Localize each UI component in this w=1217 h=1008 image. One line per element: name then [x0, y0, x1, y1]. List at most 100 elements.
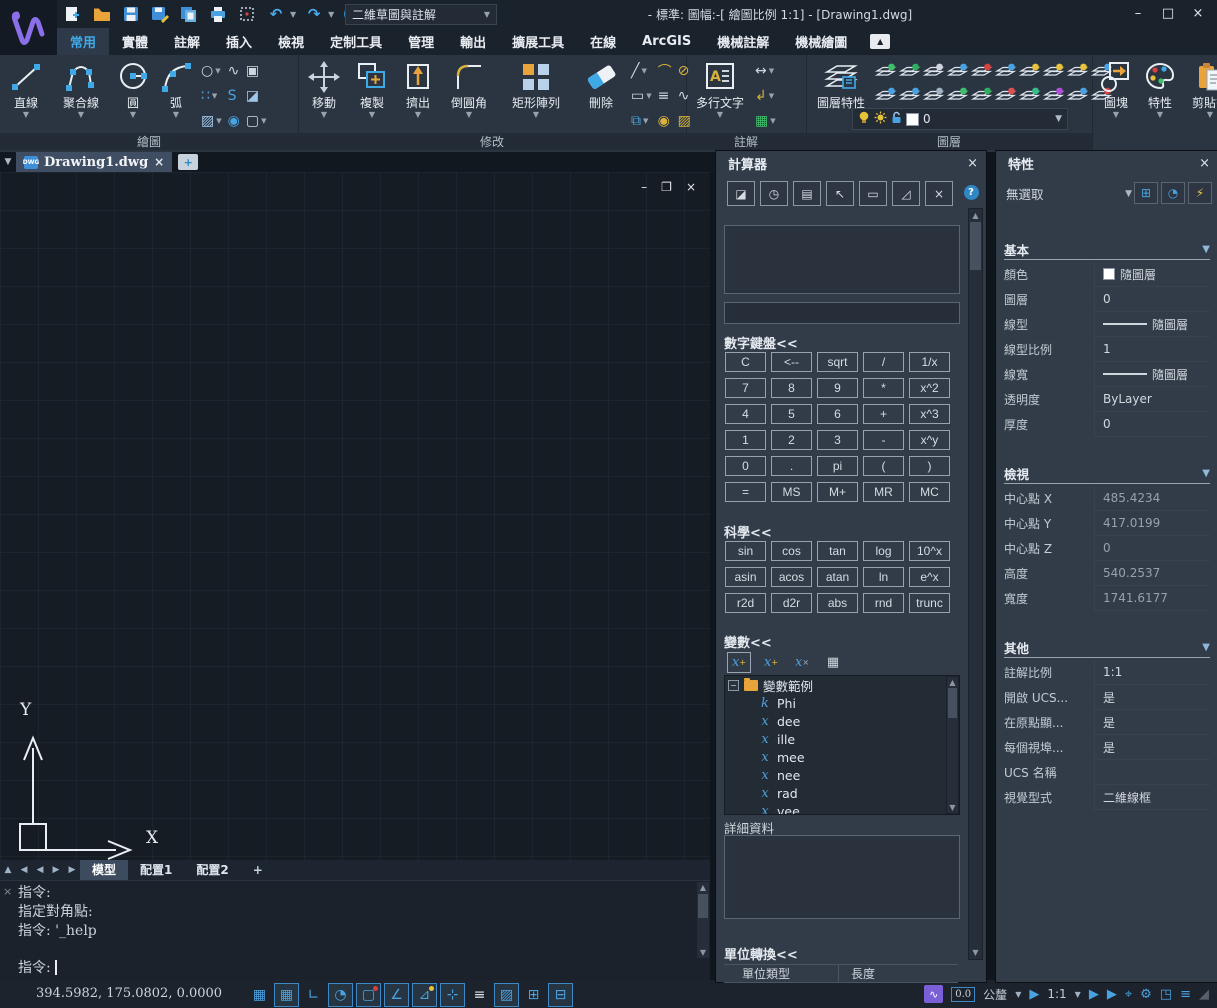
- next-layout-icon[interactable]: ▶: [48, 865, 64, 875]
- numpad-key-7[interactable]: 7: [725, 378, 766, 398]
- layer-state-icon[interactable]: [898, 87, 922, 103]
- variable-item[interactable]: xrad: [725, 784, 959, 802]
- ribbon-tab-機械註解[interactable]: 機械註解: [704, 28, 782, 55]
- ribbon-panel-label[interactable]: 圖層: [806, 133, 1092, 150]
- property-value[interactable]: 二維線框: [1094, 785, 1210, 810]
- sci-key-acos[interactable]: acos: [771, 567, 812, 587]
- small-tool-button[interactable]: ◪: [243, 88, 270, 104]
- angle-snap-icon[interactable]: ∠: [384, 983, 409, 1007]
- property-value[interactable]: 1: [1094, 337, 1210, 362]
- ribbon-tab-ArcGIS[interactable]: ArcGIS: [629, 28, 704, 55]
- layer-state-icon[interactable]: [1042, 87, 1066, 103]
- lineweight-display-icon[interactable]: ≡: [468, 984, 491, 1006]
- small-tool-button[interactable]: ≡: [655, 88, 675, 104]
- selection-dropdown[interactable]: 無選取 ▼: [1006, 184, 1132, 203]
- ribbon-collapse-button[interactable]: ▲: [870, 34, 890, 49]
- ortho-mode-icon[interactable]: ∟: [302, 984, 325, 1006]
- first-layout-icon[interactable]: ◀: [16, 865, 32, 875]
- sci-key-atan[interactable]: atan: [817, 567, 858, 587]
- property-value[interactable]: 隨圖層: [1094, 362, 1210, 387]
- dynamic-input-icon[interactable]: ⊹: [440, 983, 465, 1007]
- units-section-label[interactable]: 單位轉換<<: [724, 944, 798, 963]
- numpad-key-([interactable]: (: [863, 456, 904, 476]
- calculator-header[interactable]: 計算器 ×: [716, 151, 986, 175]
- section-header[interactable]: 其他▼: [1004, 637, 1210, 658]
- save-icon[interactable]: [120, 4, 142, 24]
- clipboard-button[interactable]: 剪貼簿▼: [1182, 56, 1217, 134]
- stretch-button[interactable]: 擠出▼: [396, 56, 440, 134]
- numpad-key-x^2[interactable]: x^2: [909, 378, 950, 398]
- property-value[interactable]: 隨圖層: [1094, 312, 1210, 337]
- last-layout-icon[interactable]: ▶: [64, 865, 80, 875]
- prev-layout-icon[interactable]: ◀: [32, 865, 48, 875]
- app-logo-icon[interactable]: [0, 0, 57, 55]
- undo-caret-icon[interactable]: ▼: [290, 10, 296, 19]
- select-objects-icon[interactable]: ◔: [1161, 182, 1185, 204]
- document-tab-menu-icon[interactable]: ▼: [0, 152, 16, 172]
- sci-key-rnd[interactable]: rnd: [863, 593, 904, 613]
- mtext-button[interactable]: A多行文字▼: [688, 56, 752, 134]
- numpad-key-MC[interactable]: MC: [909, 482, 950, 502]
- eraser-icon[interactable]: ◪: [727, 181, 755, 206]
- layer-state-icon[interactable]: [946, 87, 970, 103]
- transparency-icon[interactable]: ▨: [494, 983, 519, 1007]
- annotation-monitor-icon[interactable]: ▶: [1107, 987, 1117, 1002]
- snap-mode-icon[interactable]: ▦: [274, 983, 299, 1007]
- status-menu-icon[interactable]: ≡: [1180, 987, 1191, 1002]
- small-tool-button[interactable]: ⌒: [655, 61, 675, 81]
- annotation-scale-caret-icon[interactable]: ▼: [1075, 990, 1081, 999]
- drawing-close-button[interactable]: ×: [686, 180, 696, 194]
- polar-tracking-icon[interactable]: ◔: [328, 983, 353, 1007]
- sci-key-asin[interactable]: asin: [725, 567, 766, 587]
- sci-key-e^x[interactable]: e^x: [909, 567, 950, 587]
- numpad-key-x^y[interactable]: x^y: [909, 430, 950, 450]
- fillet-button[interactable]: 倒圓角▼: [440, 56, 498, 134]
- sci-key-sin[interactable]: sin: [725, 541, 766, 561]
- calculator-help-icon[interactable]: ?: [958, 181, 984, 204]
- small-tool-button[interactable]: S: [225, 88, 243, 104]
- quick-select-cursor-icon[interactable]: ⌖: [1125, 987, 1132, 1002]
- numpad-key-sqrt[interactable]: sqrt: [817, 352, 858, 372]
- print-icon[interactable]: [207, 4, 229, 24]
- drawing-restore-button[interactable]: ❐: [661, 180, 672, 194]
- get-coordinates-icon[interactable]: ↖: [826, 181, 854, 206]
- object-snap-tracking-icon[interactable]: ⊿: [412, 983, 437, 1007]
- numpad-section-label[interactable]: 數字鍵盤<<: [724, 333, 798, 352]
- drawing-canvas[interactable]: – ❐ × Y X: [0, 172, 710, 860]
- layer-state-icon[interactable]: [874, 63, 898, 79]
- property-value[interactable]: 隨圖層: [1094, 262, 1210, 287]
- sci-key-10^x[interactable]: 10^x: [909, 541, 950, 561]
- toggle-pickadd-icon[interactable]: ⊞: [1134, 182, 1158, 204]
- layer-state-icon[interactable]: [922, 87, 946, 103]
- autoscale-icon[interactable]: ▶: [1089, 987, 1099, 1002]
- calculator-variable-icon[interactable]: ▦: [822, 653, 844, 672]
- ribbon-tab-在線[interactable]: 在線: [577, 28, 629, 55]
- numpad-key-M+[interactable]: M+: [817, 482, 858, 502]
- property-value[interactable]: 是: [1094, 735, 1210, 760]
- numpad-key-pi[interactable]: pi: [817, 456, 858, 476]
- workspace-dropdown[interactable]: 二維草圖與註解 ▼: [345, 4, 497, 25]
- layer-state-icon[interactable]: [1018, 87, 1042, 103]
- clean-screen-icon[interactable]: [236, 4, 258, 24]
- model-up-icon[interactable]: ▲: [0, 865, 16, 875]
- small-tool-button[interactable]: ∿: [225, 63, 243, 79]
- layer-state-icon[interactable]: [946, 63, 970, 79]
- ribbon-tab-擴展工具[interactable]: 擴展工具: [499, 28, 577, 55]
- sci-key-d2r[interactable]: d2r: [771, 593, 812, 613]
- variables-tree[interactable]: −變數範例kPhixdeexillexmeexneexradxvee▲▼: [724, 675, 960, 815]
- tree-collapse-icon[interactable]: −: [728, 680, 739, 691]
- calculator-input-field[interactable]: [724, 302, 960, 324]
- numpad-key-1[interactable]: 1: [725, 430, 766, 450]
- property-value[interactable]: [1094, 760, 1210, 785]
- calculator-close-icon[interactable]: ×: [967, 156, 978, 171]
- quick-select-icon[interactable]: ⚡: [1188, 182, 1212, 204]
- layer-state-icon[interactable]: [922, 63, 946, 79]
- measure-angle-icon[interactable]: ◿: [892, 181, 920, 206]
- open-folder-icon[interactable]: [91, 4, 113, 24]
- ribbon-tab-輸出[interactable]: 輸出: [447, 28, 499, 55]
- small-tool-button[interactable]: ⧉▼: [628, 113, 655, 129]
- numpad-key-)[interactable]: ): [909, 456, 950, 476]
- numpad-key-MR[interactable]: MR: [863, 482, 904, 502]
- layer-state-icon[interactable]: [1018, 63, 1042, 79]
- variable-item[interactable]: xdee: [725, 712, 959, 730]
